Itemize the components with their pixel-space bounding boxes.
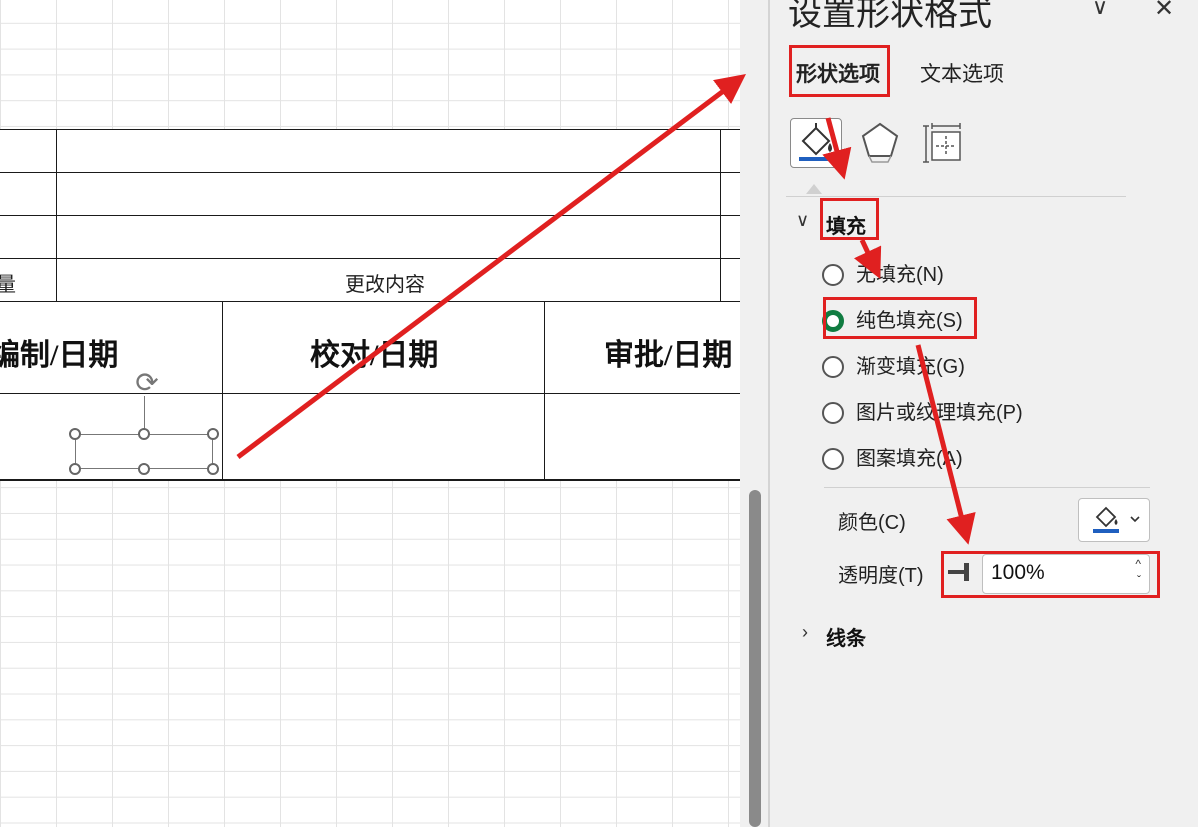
pentagon-icon[interactable] (858, 118, 902, 166)
radio-label: 无填充(N) (856, 264, 944, 286)
fill-color-button[interactable] (1078, 498, 1150, 542)
pane-options-chevron-icon[interactable]: ∨ (1092, 0, 1108, 20)
table-line (222, 301, 223, 480)
size-properties-icon[interactable] (922, 122, 966, 166)
tab-text-options[interactable]: 文本选项 (920, 58, 1004, 88)
radio-button[interactable] (822, 264, 844, 286)
icon-tab-separator (786, 196, 1126, 197)
transparency-label: 透明度(T) (838, 565, 924, 587)
radio-button[interactable] (822, 356, 844, 378)
radio-label: 图片或纹理填充(P) (856, 402, 1023, 424)
pane-title: 设置形状格式 (788, 0, 992, 33)
resize-handle[interactable] (207, 428, 219, 440)
section-divider (824, 487, 1150, 488)
table-body (0, 129, 740, 480)
table-line (0, 215, 740, 216)
resize-handle[interactable] (69, 428, 81, 440)
fill-line-tab[interactable] (790, 118, 842, 168)
chevron-down-icon[interactable]: ∨ (796, 210, 809, 231)
rotate-handle-icon[interactable]: ⟳ (129, 368, 165, 398)
chevron-right-icon[interactable]: › (802, 622, 808, 643)
spreadsheet-grid[interactable]: 量 更改内容 编制/日期 校对/日期 审批/日期 ⟳ (0, 0, 740, 827)
close-icon[interactable]: ✕ (1154, 0, 1174, 23)
annotation-box-transparency (941, 551, 1160, 598)
radio-label: 图案填充(A) (856, 448, 963, 470)
table-line (0, 479, 740, 481)
table-line (0, 172, 740, 173)
resize-handle[interactable] (69, 463, 81, 475)
table-line (0, 301, 740, 302)
paint-bucket-icon (1093, 506, 1140, 533)
format-shape-pane: 设置形状格式 ∨ ✕ 形状选项 文本选项 ∨ 填充 无填充(N) 纯色填充(S) (770, 0, 1198, 827)
table-line (720, 129, 721, 301)
resize-handle[interactable] (138, 463, 150, 475)
annotation-box-solid-fill (823, 297, 977, 339)
table-line (0, 393, 740, 394)
table-line (0, 258, 740, 259)
resize-handle[interactable] (207, 463, 219, 475)
radio-button[interactable] (822, 402, 844, 424)
section-line-header[interactable]: 线条 (826, 622, 866, 651)
annotation-box-shape-options (789, 45, 890, 97)
header-checked-date: 校对/日期 (310, 339, 439, 372)
table-line (56, 129, 57, 301)
cell-change-content-label: 更改内容 (345, 274, 425, 296)
cell-quantity-label: 量 (0, 274, 16, 296)
color-label: 颜色(C) (838, 512, 906, 534)
table-line (0, 129, 740, 130)
radio-label: 渐变填充(G) (856, 356, 965, 378)
icon-tab-caret (806, 184, 822, 194)
resize-handle[interactable] (138, 428, 150, 440)
annotation-box-fill (820, 198, 879, 240)
header-approved-date: 审批/日期 (604, 339, 733, 372)
radio-button[interactable] (822, 448, 844, 470)
header-prepared-date: 编制/日期 (0, 339, 119, 372)
table-line (544, 301, 545, 480)
vertical-scrollbar[interactable] (749, 490, 761, 827)
paint-bucket-icon (799, 123, 833, 161)
